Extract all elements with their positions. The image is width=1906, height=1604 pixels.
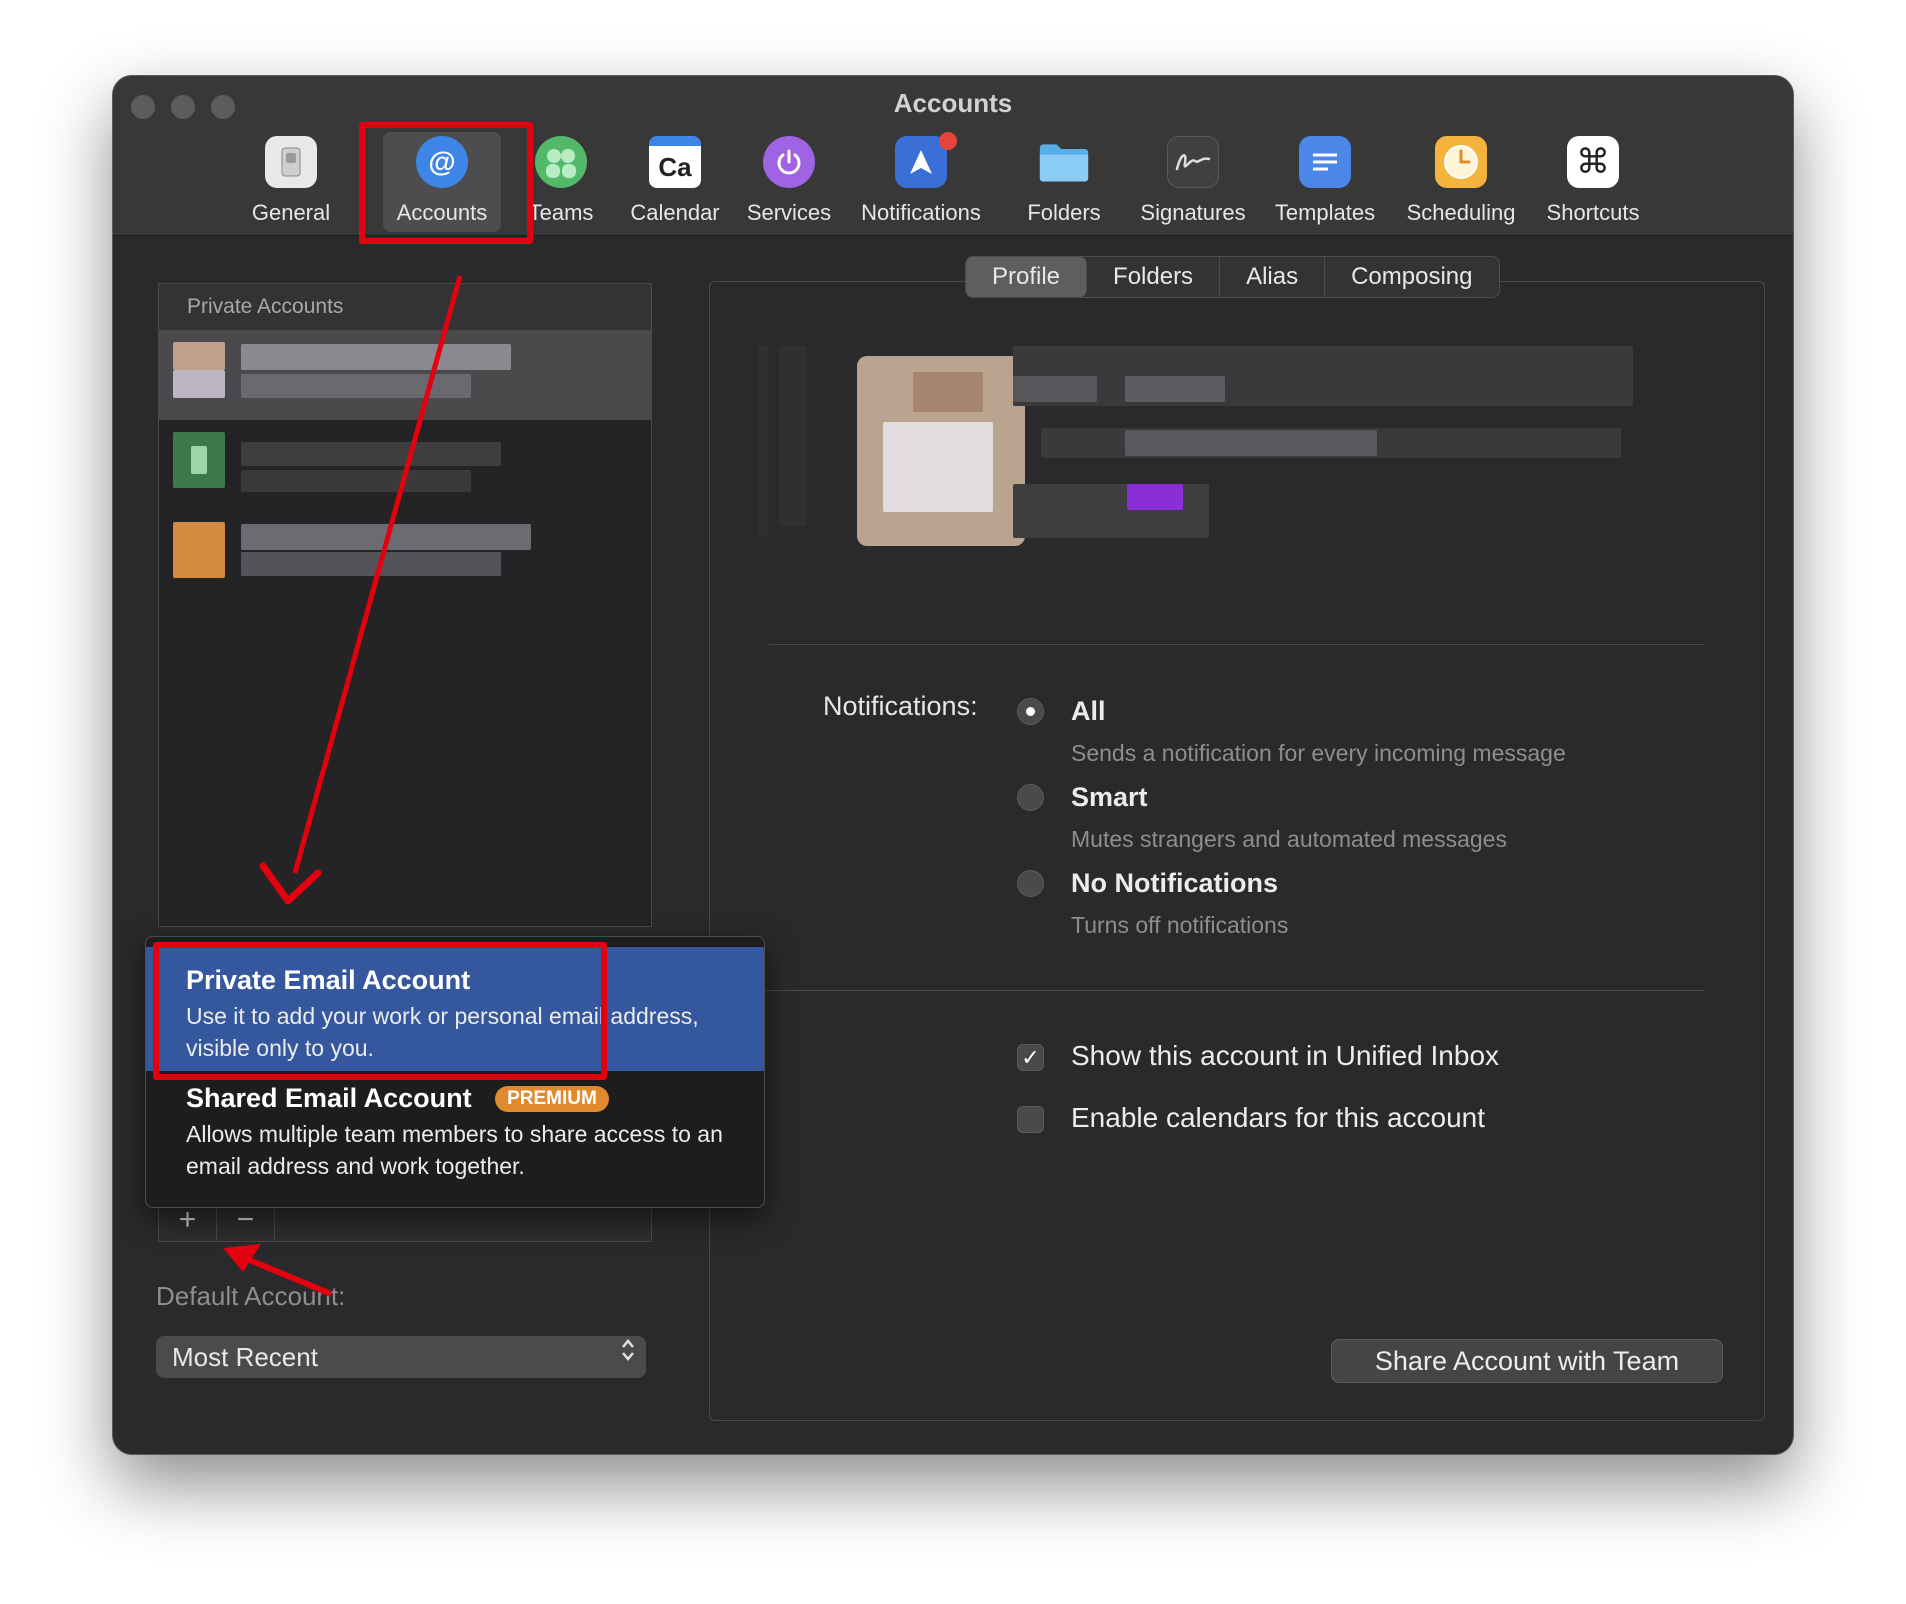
annotation-arrow-line <box>292 275 463 874</box>
annotation-arrows <box>223 275 463 1297</box>
annotation-arrowhead <box>223 1244 261 1272</box>
preferences-window: Accounts General @ Accounts Teams Ca Cal… <box>112 75 1794 1455</box>
annotation-arrowhead <box>259 862 322 905</box>
